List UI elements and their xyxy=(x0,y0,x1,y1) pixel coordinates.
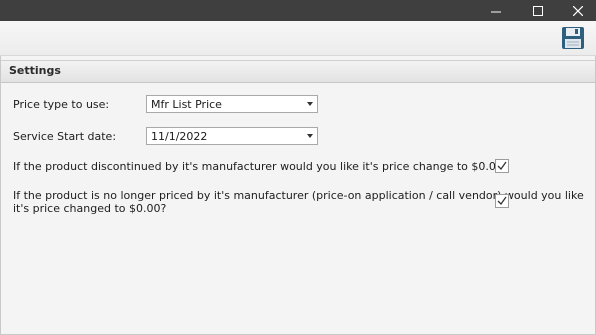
floppy-disk-icon xyxy=(562,27,584,49)
title-bar xyxy=(0,0,596,21)
toolbar xyxy=(0,21,596,56)
service-start-label: Service Start date: xyxy=(13,130,117,143)
price-type-value: Mfr List Price xyxy=(151,98,222,111)
price-type-label: Price type to use: xyxy=(13,98,110,111)
price-type-dropdown[interactable]: Mfr List Price xyxy=(146,95,318,113)
service-start-date-picker[interactable]: 11/1/2022 xyxy=(146,127,318,145)
settings-panel: Settings Price type to use: Mfr List Pri… xyxy=(0,56,596,335)
close-button[interactable] xyxy=(558,0,596,21)
chevron-down-icon xyxy=(307,102,313,106)
discontinued-question: If the product discontinued by it's manu… xyxy=(13,160,509,173)
save-button[interactable] xyxy=(559,24,587,52)
maximize-icon xyxy=(533,5,543,16)
minimize-button[interactable] xyxy=(476,0,516,21)
minimize-icon xyxy=(491,11,501,12)
settings-header: Settings xyxy=(1,60,595,83)
checkmark-icon xyxy=(497,161,507,171)
settings-header-label: Settings xyxy=(9,64,61,77)
no-longer-priced-question-line2: it's price changed to $0.00? xyxy=(13,202,167,215)
no-longer-priced-checkbox[interactable] xyxy=(495,194,509,208)
maximize-button[interactable] xyxy=(518,0,558,21)
chevron-down-icon xyxy=(307,134,313,138)
service-start-value: 11/1/2022 xyxy=(151,130,208,143)
checkmark-icon xyxy=(497,196,507,206)
close-icon xyxy=(573,5,583,16)
discontinued-checkbox[interactable] xyxy=(495,159,509,173)
